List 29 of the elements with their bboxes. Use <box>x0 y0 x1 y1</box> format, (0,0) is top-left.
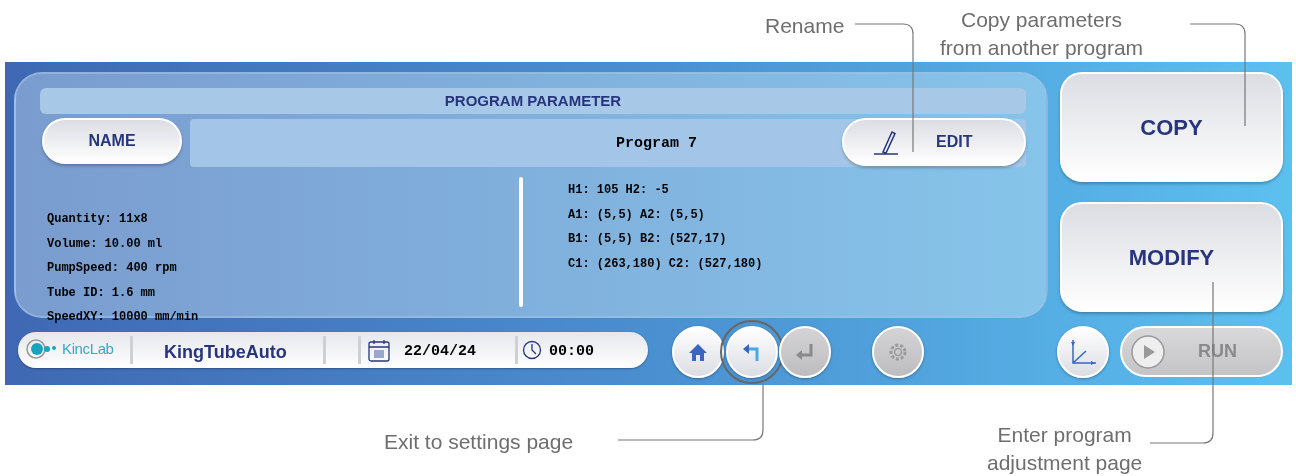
program-name: Program 7 <box>616 134 697 154</box>
side-button[interactable]: COPY <box>1060 72 1283 182</box>
play-icon <box>1130 333 1166 370</box>
calendar-icon <box>368 338 390 362</box>
annotation-text: Exit to settings page <box>384 429 574 455</box>
annotation-text: Rename <box>765 13 845 39</box>
pen-icon <box>872 129 900 155</box>
time-text: 00:00 <box>549 342 594 362</box>
app-name: KingTubeAuto <box>164 341 287 364</box>
logo-icon <box>26 337 58 361</box>
parameter-line: C1: (263,180) C2: (527,180) <box>568 255 763 273</box>
annotation-text: Enter program adjustment page <box>987 422 1143 476</box>
side-button[interactable]: MODIFY <box>1060 202 1283 312</box>
date-text: 22/04/24 <box>404 342 476 362</box>
parameter-line: H1: 105 H2: -5 <box>568 182 669 199</box>
clock-icon <box>522 340 542 360</box>
name-button[interactable]: NAME <box>42 118 182 164</box>
parameter-line: SpeedXY: 10000 mm/min <box>47 309 199 326</box>
parameter-line: Tube ID: 1.6 mm <box>47 284 156 302</box>
parameter-line: Quantity: 11x8 <box>47 211 148 228</box>
annotation-text: Copy parameters from another program <box>940 7 1144 61</box>
parameter-line: A1: (5,5) A2: (5,5) <box>568 206 705 224</box>
edit-button[interactable]: EDIT <box>842 118 1026 166</box>
logo-text: KincLab <box>62 338 114 359</box>
parameter-line: B1: (5,5) B2: (527,17) <box>568 231 727 248</box>
parameter-line: PumpSpeed: 400 rpm <box>47 260 177 277</box>
parameter-line: Volume: 10.00 ml <box>47 235 163 253</box>
panel-title: PROGRAM PARAMETER <box>40 88 1026 114</box>
axes-icon <box>1069 338 1097 366</box>
